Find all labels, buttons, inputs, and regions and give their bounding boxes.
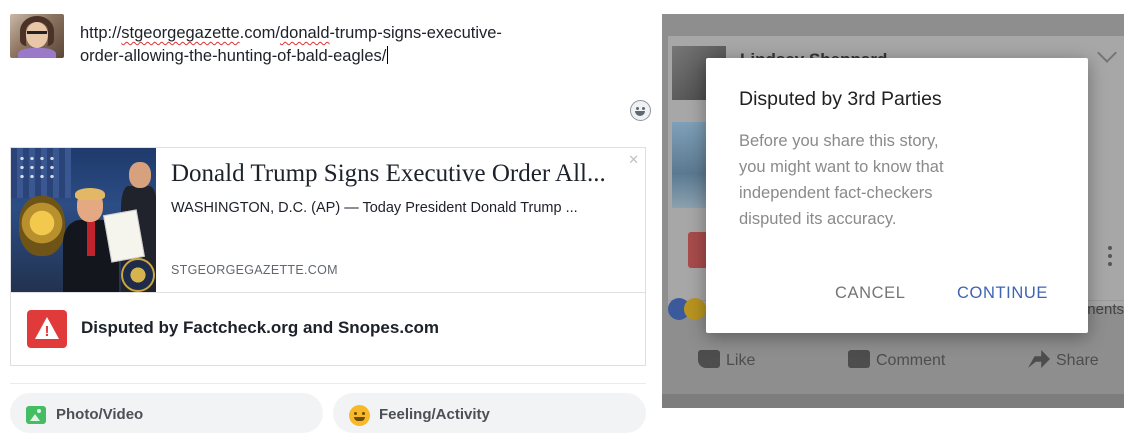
divider xyxy=(10,383,646,384)
photo-video-button[interactable]: Photo/Video xyxy=(10,393,323,433)
disputed-notice-text: Disputed by Factcheck.org and Snopes.com xyxy=(81,318,440,337)
url-line2: order-allowing-the-hunting-of-bald-eagle… xyxy=(80,47,387,65)
wow-reaction-icon xyxy=(684,298,706,320)
post-composer: http://stgeorgegazette.com/donald-trump-… xyxy=(0,0,660,433)
link-description: WASHINGTON, D.C. (AP) — Today President … xyxy=(171,200,578,216)
link-domain: STGEORGEGAZETTE.COM xyxy=(171,263,338,277)
link-title[interactable]: Donald Trump Signs Executive Order All..… xyxy=(171,160,606,188)
url-prefix: http:// xyxy=(80,24,122,42)
like-icon xyxy=(698,350,720,368)
reaction-icons[interactable] xyxy=(668,298,708,320)
warning-icon: ! xyxy=(27,310,67,348)
url-domain-misspelled: stgeorgegazette xyxy=(121,24,240,42)
link-thumbnail-image xyxy=(11,148,156,292)
cancel-button[interactable]: CANCEL xyxy=(835,284,906,303)
feeling-activity-label: Feeling/Activity xyxy=(379,406,490,423)
url-word-misspelled: donald xyxy=(279,24,330,42)
photo-video-label: Photo/Video xyxy=(56,406,144,423)
comment-button[interactable]: Comment xyxy=(848,350,945,370)
mobile-share-screen: Lindsey Sheppard nents Like Comment Shar… xyxy=(662,14,1124,408)
continue-button[interactable]: CONTINUE xyxy=(957,284,1048,303)
feeling-activity-button[interactable]: Feeling/Activity xyxy=(333,393,646,433)
photo-icon xyxy=(26,406,46,424)
post-actions: Like Comment Share xyxy=(662,344,1124,380)
disputed-notice[interactable]: ! Disputed by Factcheck.org and Snopes.c… xyxy=(11,292,645,365)
url-mid: .com/ xyxy=(239,24,280,42)
avatar xyxy=(10,14,64,58)
dialog-title: Disputed by 3rd Parties xyxy=(739,88,942,110)
feeling-icon xyxy=(349,405,370,426)
more-icon[interactable] xyxy=(1108,246,1112,250)
close-icon[interactable]: ✕ xyxy=(628,152,639,168)
like-button[interactable]: Like xyxy=(698,350,755,370)
comment-icon xyxy=(848,350,870,368)
share-button[interactable]: Share xyxy=(1028,350,1099,370)
url-line1-rest: -trump-signs-executive- xyxy=(329,24,502,42)
emoji-icon[interactable] xyxy=(630,100,651,121)
link-preview-card[interactable]: Donald Trump Signs Executive Order All..… xyxy=(10,147,646,366)
text-caret xyxy=(387,46,389,64)
disputed-dialog: Disputed by 3rd Parties Before you share… xyxy=(706,58,1088,333)
chevron-down-icon[interactable] xyxy=(1097,43,1117,63)
comments-count[interactable]: nents xyxy=(1087,301,1124,318)
bottom-bar xyxy=(662,394,1124,408)
post-text-input[interactable]: http://stgeorgegazette.com/donald-trump-… xyxy=(80,22,600,68)
dialog-body: Before you share this story, you might w… xyxy=(739,132,944,228)
share-icon xyxy=(1028,350,1050,368)
